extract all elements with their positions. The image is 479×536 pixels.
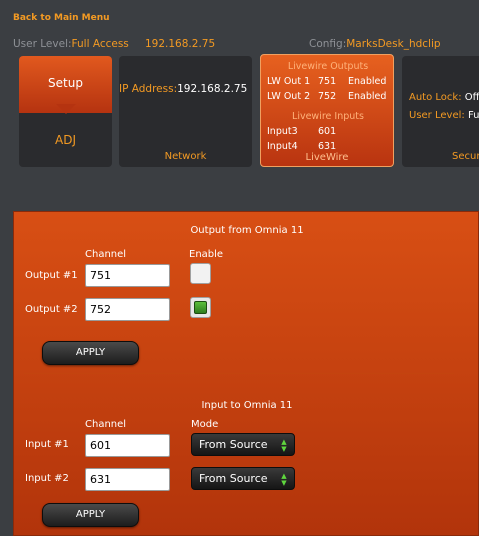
network-ip-line: IP Address:192.168.2.75	[119, 83, 247, 95]
output-enable-header: Enable	[189, 249, 224, 260]
section-divider	[24, 373, 454, 374]
livewire-output-channel: 752	[318, 91, 337, 102]
up-down-arrows-icon: ▲ ▼	[281, 472, 287, 487]
input-1-channel-input[interactable]: 601	[85, 434, 170, 457]
livewire-tile-title: LiveWire	[305, 152, 349, 163]
network-ip-label: IP Address:	[119, 83, 178, 95]
input-1-mode-select[interactable]: From Source ▲ ▼	[191, 433, 295, 456]
input-1-mode-value: From Source	[199, 438, 268, 451]
checked-indicator-icon	[194, 301, 207, 314]
input-apply-button[interactable]: APPLY	[42, 503, 139, 527]
livewire-tile[interactable]: Livewire Outputs LW Out 1 751 Enabled LW…	[260, 54, 394, 167]
livewire-inputs-title: Livewire Inputs	[292, 111, 364, 122]
security-user-level-value: Full	[467, 110, 479, 121]
back-to-main-menu-link[interactable]: Back to Main Menu	[13, 13, 110, 23]
output-channel-header: Channel	[85, 249, 127, 260]
config-value: MarksDesk_hdclip	[346, 38, 441, 50]
network-tile[interactable]: IP Address:192.168.2.75 Network	[119, 56, 252, 167]
output-2-channel-input[interactable]: 752	[85, 298, 170, 321]
security-user-level-label: User Level:	[409, 110, 465, 121]
input-channel-header: Channel	[85, 419, 127, 430]
auto-lock-label: Auto Lock:	[409, 92, 462, 103]
input-1-label: Input #1	[25, 439, 69, 450]
output-1-channel-input[interactable]: 751	[85, 264, 170, 287]
top-bar: Back to Main Menu User Level:Full Access…	[0, 0, 479, 60]
livewire-output-status: Enabled	[348, 76, 387, 87]
output-apply-button[interactable]: APPLY	[42, 341, 139, 365]
selected-pointer-icon	[56, 104, 76, 114]
livewire-output-status: Enabled	[348, 91, 387, 102]
adj-label[interactable]: ADJ	[19, 133, 112, 147]
livewire-input-name: Input3	[267, 126, 298, 137]
up-down-arrows-icon: ▲ ▼	[281, 438, 287, 453]
input-2-channel-input[interactable]: 631	[85, 468, 170, 491]
livewire-output-name: LW Out 2	[267, 91, 311, 102]
output-1-enable-checkbox[interactable]	[190, 263, 211, 284]
security-tile[interactable]: Auto Lock: Off User Level: Full Secur	[402, 56, 479, 167]
config-label: Config:	[309, 38, 347, 50]
livewire-output-name: LW Out 1	[267, 76, 311, 87]
network-ip-value: 192.168.2.75	[177, 83, 248, 95]
user-level-label: User Level:	[13, 38, 72, 50]
security-user-level-line: User Level: Full	[409, 110, 479, 121]
output-1-label: Output #1	[25, 270, 78, 281]
input-2-label: Input #2	[25, 473, 69, 484]
livewire-input-channel: 601	[318, 126, 337, 137]
network-tile-title: Network	[164, 151, 207, 162]
auto-lock-value: Off	[464, 92, 479, 103]
output-2-enable-checkbox[interactable]	[190, 297, 211, 318]
security-tile-title: Secur	[452, 151, 479, 162]
livewire-input-channel: 631	[318, 141, 337, 152]
input-mode-header: Mode	[191, 419, 219, 430]
livewire-outputs-title: Livewire Outputs	[287, 61, 369, 72]
output-2-label: Output #2	[25, 304, 78, 315]
config-status: Config:MarksDesk_hdclip	[309, 38, 441, 50]
auto-lock-line: Auto Lock: Off	[409, 92, 479, 103]
input-section-title: Input to Omnia 11	[201, 400, 293, 411]
setup-adj-tile[interactable]: Setup ADJ	[19, 56, 112, 167]
device-ip: 192.168.2.75	[145, 38, 216, 50]
livewire-input-name: Input4	[267, 141, 298, 152]
output-section-title: Output from Omnia 11	[190, 225, 304, 236]
input-2-mode-value: From Source	[199, 472, 268, 485]
setup-label: Setup	[48, 76, 83, 90]
user-level-status: User Level:Full Access	[13, 38, 129, 50]
input-2-mode-select[interactable]: From Source ▲ ▼	[191, 467, 295, 490]
livewire-output-channel: 751	[318, 76, 337, 87]
user-level-value: Full Access	[71, 38, 129, 50]
